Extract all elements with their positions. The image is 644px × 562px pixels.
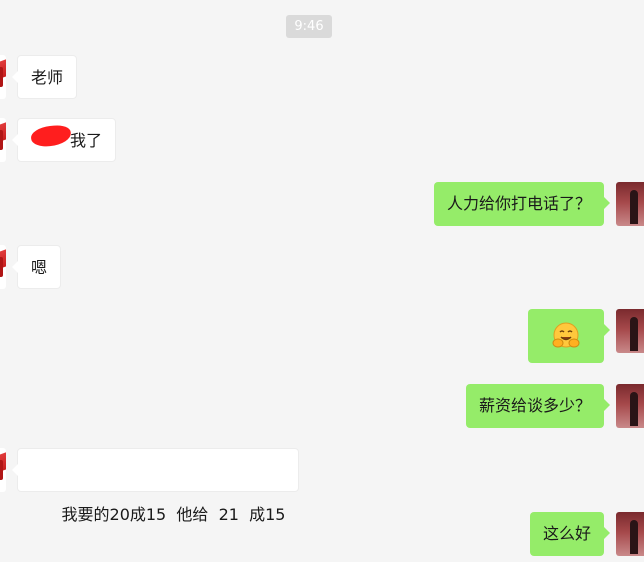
message-row: 我了 — [0, 118, 300, 162]
message-text: 老师 — [31, 68, 64, 87]
message-row: 我要的20成15 他给 21 成15 — [0, 448, 400, 524]
message-text: 薪资给谈多少？ — [478, 396, 591, 415]
message-row: 薪资给谈多少？ — [0, 384, 644, 428]
redaction-mark — [30, 123, 72, 149]
incoming-message-bubble[interactable]: 我了 — [11, 118, 117, 162]
user-avatar[interactable] — [616, 309, 644, 353]
user-avatar[interactable] — [616, 512, 644, 556]
user-avatar[interactable] — [616, 182, 644, 226]
message-timestamp: 9:46 — [286, 15, 332, 38]
hugging-face-emoji-icon — [552, 322, 580, 348]
message-text: 人力给你打电话了？ — [446, 194, 591, 213]
incoming-message-bubble[interactable]: 嗯 — [11, 245, 62, 289]
message-text: 嗯 — [31, 258, 48, 277]
chat-window: 9:46 老师 我了 人力给你打电话了？ 嗯 薪资给谈多少？ 我要的20成15 … — [0, 0, 644, 562]
user-avatar[interactable] — [616, 384, 644, 428]
outgoing-message-bubble[interactable]: 薪资给谈多少？ — [465, 384, 611, 428]
contact-avatar[interactable] — [0, 448, 6, 492]
contact-avatar[interactable] — [0, 55, 6, 99]
message-text: 这么好 — [542, 524, 591, 543]
message-row: 这么好 — [0, 512, 644, 556]
contact-avatar[interactable] — [0, 118, 6, 162]
outgoing-message-bubble[interactable]: 这么好 — [529, 512, 611, 556]
contact-avatar[interactable] — [0, 245, 6, 289]
message-row: 老师 — [0, 55, 300, 99]
message-row: 人力给你打电话了？ — [0, 182, 644, 226]
incoming-message-bubble[interactable]: 我要的20成15 他给 21 成15 — [11, 448, 300, 524]
message-text: 我了 — [70, 131, 103, 150]
message-row: 嗯 — [0, 245, 300, 289]
outgoing-message-bubble[interactable]: 人力给你打电话了？ — [433, 182, 611, 226]
message-row — [0, 309, 644, 363]
outgoing-message-bubble[interactable] — [528, 309, 610, 363]
incoming-message-bubble[interactable]: 老师 — [11, 55, 78, 99]
